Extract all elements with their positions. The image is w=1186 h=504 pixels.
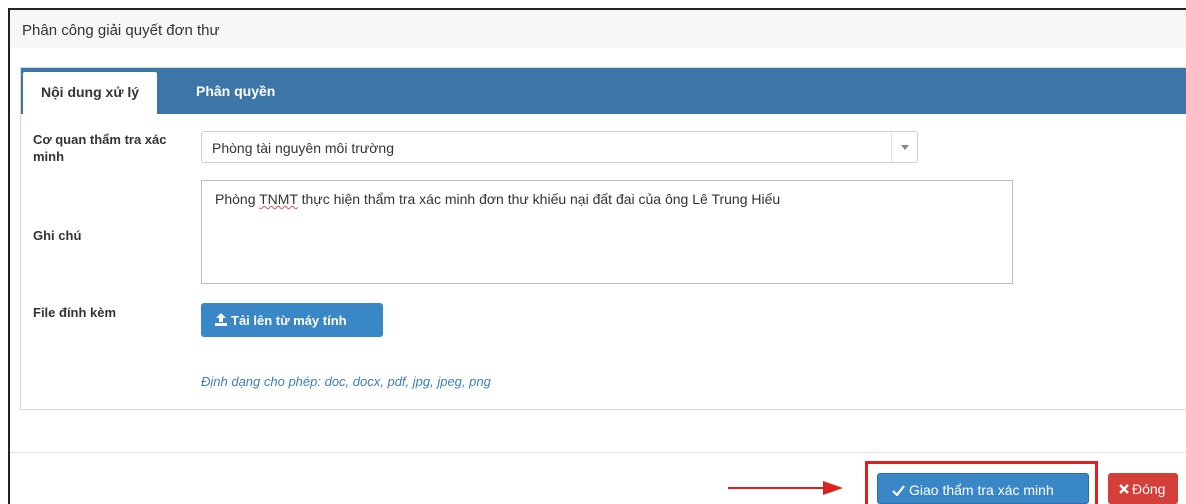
allowed-formats-hint: Định dạng cho phép: doc, docx, pdf, jpg,…: [201, 374, 491, 389]
arrow-right-icon: [728, 481, 843, 495]
note-textarea[interactable]: Phòng TNMT thực hiện thẩm tra xác minh đ…: [201, 180, 1013, 284]
tab-permissions[interactable]: Phân quyền: [178, 68, 293, 114]
agency-label-line1: Cơ quan thẩm tra xác: [33, 132, 167, 147]
agency-label: Cơ quan thẩm tra xác minh: [33, 131, 167, 165]
check-icon: [892, 485, 905, 496]
close-button[interactable]: Đóng: [1108, 473, 1178, 504]
close-button-label: Đóng: [1132, 481, 1166, 497]
upload-button-label: Tải lên từ máy tính: [231, 313, 347, 328]
note-text: Phòng TNMT thực hiện thẩm tra xác minh đ…: [215, 191, 781, 207]
tab-processing-content[interactable]: Nội dung xử lý: [23, 72, 158, 114]
spellcheck-word: TNMT: [259, 191, 298, 207]
footer-divider: [10, 452, 1186, 453]
times-icon: [1119, 484, 1129, 494]
assign-verification-button[interactable]: Giao thẩm tra xác minh: [877, 473, 1089, 504]
upload-icon: [215, 313, 227, 326]
assign-verification-label: Giao thẩm tra xác minh: [909, 482, 1054, 498]
tab-bar: Nội dung xử lý Phân quyền: [21, 68, 1186, 114]
modal-header: Phân công giải quyết đơn thư: [10, 10, 1186, 48]
agency-select[interactable]: Phòng tài nguyên môi trường: [201, 131, 918, 163]
upload-button[interactable]: Tải lên từ máy tính: [201, 303, 383, 337]
modal-title: Phân công giải quyết đơn thư: [22, 22, 220, 39]
note-label: Ghi chú: [33, 228, 82, 243]
agency-label-line2: minh: [33, 149, 65, 164]
attachment-label: File đính kèm: [33, 305, 117, 320]
agency-select-value: Phòng tài nguyên môi trường: [212, 140, 394, 156]
chevron-down-icon[interactable]: [891, 132, 917, 162]
